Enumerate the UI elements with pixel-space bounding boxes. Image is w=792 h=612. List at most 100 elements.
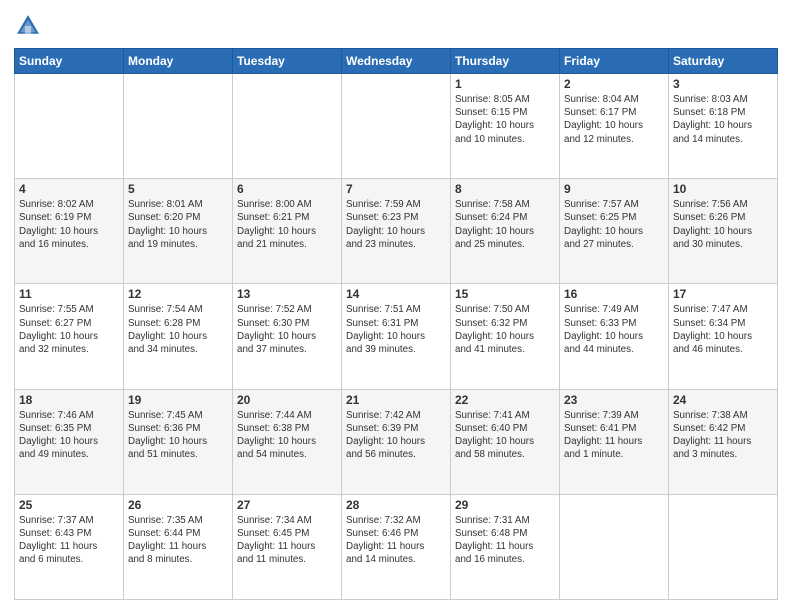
day-info: Sunrise: 7:35 AM Sunset: 6:44 PM Dayligh… — [128, 514, 228, 567]
weekday-saturday: Saturday — [669, 49, 778, 74]
calendar-cell: 4 Sunrise: 8:02 AM Sunset: 6:19 PM Daylig… — [15, 179, 124, 284]
day-number: 13 — [237, 287, 337, 301]
calendar-cell: 6 Sunrise: 8:00 AM Sunset: 6:21 PM Daylig… — [233, 179, 342, 284]
day-info: Sunrise: 7:41 AM Sunset: 6:40 PM Dayligh… — [455, 409, 555, 462]
day-number: 7 — [346, 182, 446, 196]
day-info: Sunrise: 7:55 AM Sunset: 6:27 PM Dayligh… — [19, 303, 119, 356]
day-info: Sunrise: 7:54 AM Sunset: 6:28 PM Dayligh… — [128, 303, 228, 356]
day-info: Sunrise: 7:38 AM Sunset: 6:42 PM Dayligh… — [673, 409, 773, 462]
calendar-week-1: 1 Sunrise: 8:05 AM Sunset: 6:15 PM Daylig… — [15, 74, 778, 179]
day-info: Sunrise: 7:50 AM Sunset: 6:32 PM Dayligh… — [455, 303, 555, 356]
day-number: 6 — [237, 182, 337, 196]
day-number: 15 — [455, 287, 555, 301]
weekday-monday: Monday — [124, 49, 233, 74]
calendar-header: SundayMondayTuesdayWednesdayThursdayFrid… — [15, 49, 778, 74]
calendar-cell: 11Sunrise: 7:55 AM Sunset: 6:27 PM Dayli… — [15, 284, 124, 389]
day-number: 27 — [237, 498, 337, 512]
day-info: Sunrise: 7:45 AM Sunset: 6:36 PM Dayligh… — [128, 409, 228, 462]
day-number: 10 — [673, 182, 773, 196]
calendar-cell: 8 Sunrise: 7:58 AM Sunset: 6:24 PM Daylig… — [451, 179, 560, 284]
day-number: 28 — [346, 498, 446, 512]
day-number: 24 — [673, 393, 773, 407]
day-number: 12 — [128, 287, 228, 301]
day-info: Sunrise: 7:58 AM Sunset: 6:24 PM Dayligh… — [455, 198, 555, 251]
day-info: Sunrise: 8:04 AM Sunset: 6:17 PM Dayligh… — [564, 93, 664, 146]
calendar-body: 1 Sunrise: 8:05 AM Sunset: 6:15 PM Daylig… — [15, 74, 778, 600]
day-info: Sunrise: 8:02 AM Sunset: 6:19 PM Dayligh… — [19, 198, 119, 251]
day-number: 21 — [346, 393, 446, 407]
calendar-cell: 29Sunrise: 7:31 AM Sunset: 6:48 PM Dayli… — [451, 494, 560, 599]
day-number: 16 — [564, 287, 664, 301]
calendar-cell: 13 Sunrise: 7:52 AM Sunset: 6:30 PM Dayli… — [233, 284, 342, 389]
day-number: 14 — [346, 287, 446, 301]
day-info: Sunrise: 8:01 AM Sunset: 6:20 PM Dayligh… — [128, 198, 228, 251]
day-number: 5 — [128, 182, 228, 196]
calendar-cell: 24 Sunrise: 7:38 AM Sunset: 6:42 PM Dayli… — [669, 389, 778, 494]
day-number: 2 — [564, 77, 664, 91]
calendar-cell — [560, 494, 669, 599]
calendar-cell: 12 Sunrise: 7:54 AM Sunset: 6:28 PM Dayli… — [124, 284, 233, 389]
calendar-cell — [342, 74, 451, 179]
calendar-cell: 21 Sunrise: 7:42 AM Sunset: 6:39 PM Dayli… — [342, 389, 451, 494]
calendar-week-2: 4 Sunrise: 8:02 AM Sunset: 6:19 PM Daylig… — [15, 179, 778, 284]
day-number: 3 — [673, 77, 773, 91]
calendar-cell: 1 Sunrise: 8:05 AM Sunset: 6:15 PM Daylig… — [451, 74, 560, 179]
calendar-cell — [124, 74, 233, 179]
day-info: Sunrise: 7:59 AM Sunset: 6:23 PM Dayligh… — [346, 198, 446, 251]
day-info: Sunrise: 7:39 AM Sunset: 6:41 PM Dayligh… — [564, 409, 664, 462]
calendar-cell: 23 Sunrise: 7:39 AM Sunset: 6:41 PM Dayli… — [560, 389, 669, 494]
day-number: 9 — [564, 182, 664, 196]
calendar-cell: 15 Sunrise: 7:50 AM Sunset: 6:32 PM Dayli… — [451, 284, 560, 389]
day-info: Sunrise: 7:52 AM Sunset: 6:30 PM Dayligh… — [237, 303, 337, 356]
day-info: Sunrise: 7:32 AM Sunset: 6:46 PM Dayligh… — [346, 514, 446, 567]
calendar-week-4: 18Sunrise: 7:46 AM Sunset: 6:35 PM Dayli… — [15, 389, 778, 494]
day-info: Sunrise: 7:44 AM Sunset: 6:38 PM Dayligh… — [237, 409, 337, 462]
day-info: Sunrise: 7:34 AM Sunset: 6:45 PM Dayligh… — [237, 514, 337, 567]
day-number: 23 — [564, 393, 664, 407]
calendar-cell — [669, 494, 778, 599]
day-number: 18 — [19, 393, 119, 407]
day-info: Sunrise: 8:05 AM Sunset: 6:15 PM Dayligh… — [455, 93, 555, 146]
day-info: Sunrise: 7:56 AM Sunset: 6:26 PM Dayligh… — [673, 198, 773, 251]
day-number: 8 — [455, 182, 555, 196]
day-number: 1 — [455, 77, 555, 91]
weekday-friday: Friday — [560, 49, 669, 74]
logo — [14, 12, 46, 40]
day-info: Sunrise: 8:00 AM Sunset: 6:21 PM Dayligh… — [237, 198, 337, 251]
calendar-cell: 27 Sunrise: 7:34 AM Sunset: 6:45 PM Dayli… — [233, 494, 342, 599]
calendar-cell — [15, 74, 124, 179]
calendar-week-3: 11Sunrise: 7:55 AM Sunset: 6:27 PM Dayli… — [15, 284, 778, 389]
calendar-cell: 9 Sunrise: 7:57 AM Sunset: 6:25 PM Daylig… — [560, 179, 669, 284]
weekday-wednesday: Wednesday — [342, 49, 451, 74]
day-number: 17 — [673, 287, 773, 301]
day-info: Sunrise: 7:57 AM Sunset: 6:25 PM Dayligh… — [564, 198, 664, 251]
day-info: Sunrise: 7:42 AM Sunset: 6:39 PM Dayligh… — [346, 409, 446, 462]
header — [14, 12, 778, 40]
day-number: 25 — [19, 498, 119, 512]
calendar-cell: 17Sunrise: 7:47 AM Sunset: 6:34 PM Dayli… — [669, 284, 778, 389]
calendar-cell: 28 Sunrise: 7:32 AM Sunset: 6:46 PM Dayli… — [342, 494, 451, 599]
calendar-cell — [233, 74, 342, 179]
calendar-cell: 10 Sunrise: 7:56 AM Sunset: 6:26 PM Dayli… — [669, 179, 778, 284]
calendar-cell: 22Sunrise: 7:41 AM Sunset: 6:40 PM Dayli… — [451, 389, 560, 494]
day-number: 29 — [455, 498, 555, 512]
calendar-cell: 26 Sunrise: 7:35 AM Sunset: 6:44 PM Dayli… — [124, 494, 233, 599]
weekday-sunday: Sunday — [15, 49, 124, 74]
logo-icon — [14, 12, 42, 40]
weekday-tuesday: Tuesday — [233, 49, 342, 74]
calendar-cell: 25 Sunrise: 7:37 AM Sunset: 6:43 PM Dayli… — [15, 494, 124, 599]
day-number: 26 — [128, 498, 228, 512]
day-number: 20 — [237, 393, 337, 407]
calendar-cell: 20 Sunrise: 7:44 AM Sunset: 6:38 PM Dayli… — [233, 389, 342, 494]
calendar-cell: 3 Sunrise: 8:03 AM Sunset: 6:18 PM Daylig… — [669, 74, 778, 179]
day-number: 19 — [128, 393, 228, 407]
day-info: Sunrise: 8:03 AM Sunset: 6:18 PM Dayligh… — [673, 93, 773, 146]
page: SundayMondayTuesdayWednesdayThursdayFrid… — [0, 0, 792, 612]
calendar-cell: 16Sunrise: 7:49 AM Sunset: 6:33 PM Dayli… — [560, 284, 669, 389]
calendar-table: SundayMondayTuesdayWednesdayThursdayFrid… — [14, 48, 778, 600]
calendar-cell: 14Sunrise: 7:51 AM Sunset: 6:31 PM Dayli… — [342, 284, 451, 389]
day-number: 4 — [19, 182, 119, 196]
day-info: Sunrise: 7:37 AM Sunset: 6:43 PM Dayligh… — [19, 514, 119, 567]
calendar-cell: 19 Sunrise: 7:45 AM Sunset: 6:36 PM Dayli… — [124, 389, 233, 494]
calendar-cell: 5 Sunrise: 8:01 AM Sunset: 6:20 PM Daylig… — [124, 179, 233, 284]
